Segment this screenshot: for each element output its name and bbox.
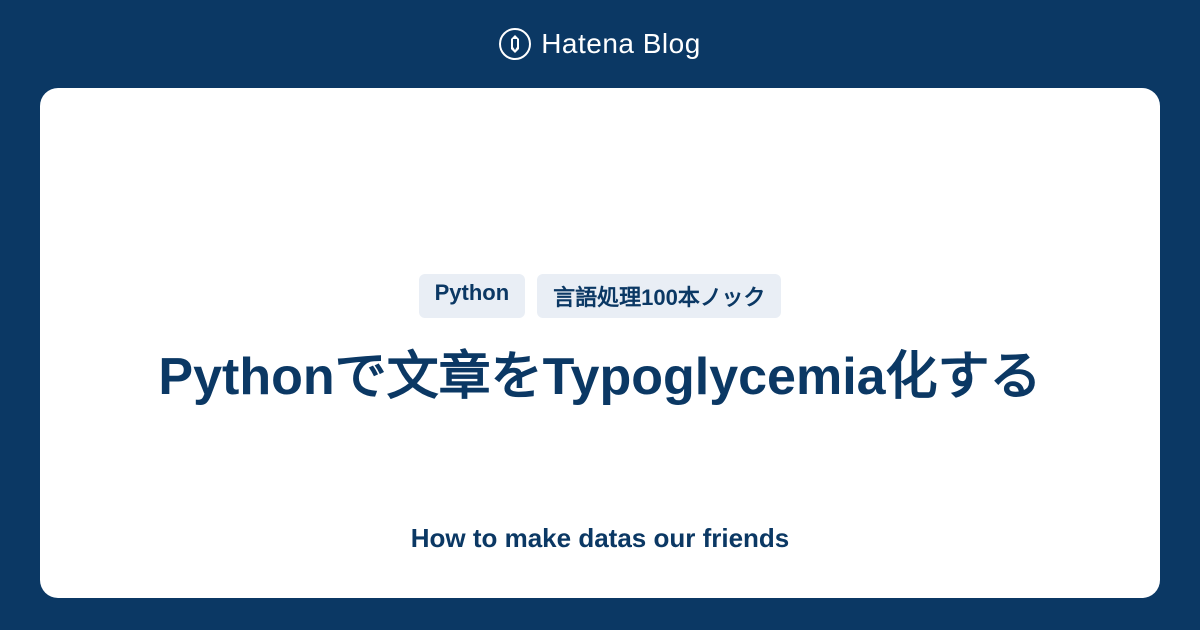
tag-python[interactable]: Python: [419, 274, 526, 318]
content-card: Python 言語処理100本ノック Pythonで文章をTypoglycemi…: [40, 88, 1160, 598]
blog-name: How to make datas our friends: [411, 523, 790, 554]
article-title: Pythonで文章をTypoglycemia化する: [158, 342, 1041, 412]
brand-name: Hatena Blog: [541, 28, 701, 60]
tag-nlp100[interactable]: 言語処理100本ノック: [537, 274, 781, 318]
site-header: Hatena Blog: [499, 0, 701, 88]
hatena-pen-icon: [499, 28, 531, 60]
tag-list: Python 言語処理100本ノック: [419, 274, 782, 318]
